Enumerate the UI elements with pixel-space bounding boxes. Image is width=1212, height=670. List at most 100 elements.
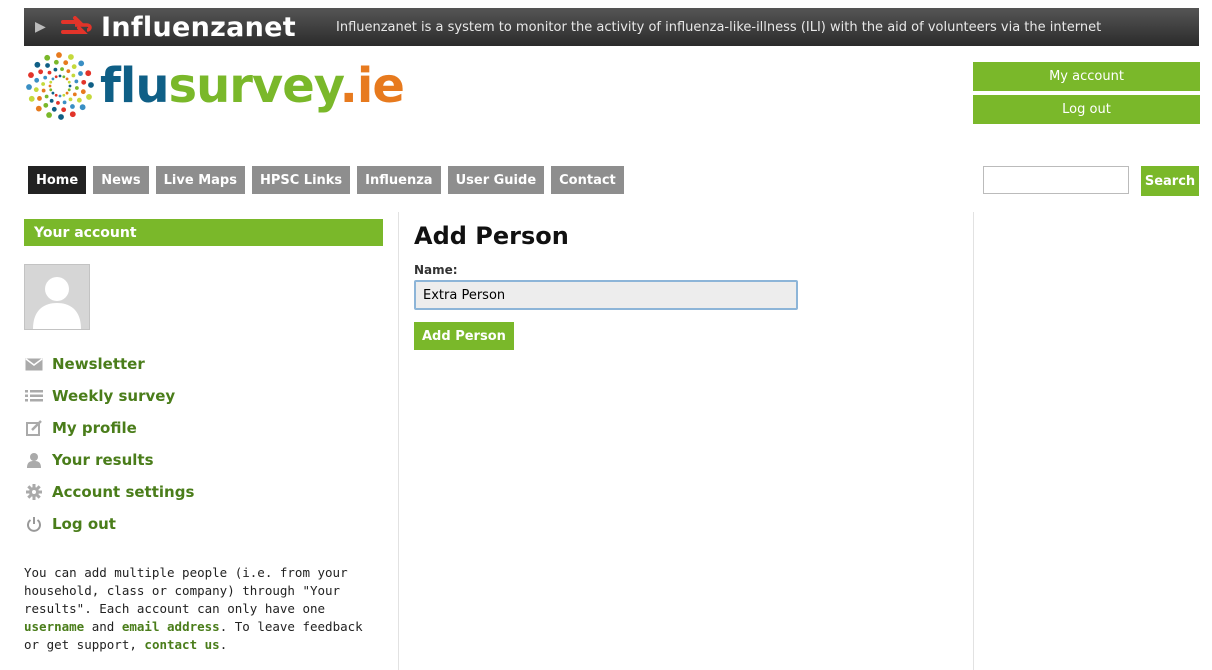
logo-dot [62,75,66,79]
logo-dot [49,98,54,103]
menu-account-settings[interactable]: Account settings [24,476,383,508]
add-person-button[interactable]: Add Person [414,322,514,350]
menu-log-out[interactable]: Log out [24,508,383,540]
name-field[interactable] [414,280,798,310]
logo-dot [37,96,42,101]
logo-dot [56,100,60,105]
logo-dot [67,80,71,84]
logo-dot [34,61,41,68]
logo-dot [38,69,44,75]
logo-dot [58,94,62,98]
logo-dot [54,75,58,79]
logo-dot [53,67,58,72]
search-input[interactable] [983,166,1129,194]
nav-news[interactable]: News [93,166,149,194]
logo-dot [51,91,55,95]
nav-hpsc-links[interactable]: HPSC Links [251,166,351,194]
avatar [24,264,90,330]
name-label: Name: [414,263,458,277]
logo-dot [47,70,52,75]
logo-dot [49,80,53,84]
search-button[interactable]: Search [1141,166,1199,196]
logo-dot [72,92,77,97]
menu-account-settings-label: Account settings [52,483,195,501]
username-link[interactable]: username [24,619,84,634]
logo-dot [63,60,69,66]
menu-your-results[interactable]: Your results [24,444,383,476]
nav-influenza[interactable]: Influenza [357,166,441,194]
flusurvey-logo[interactable]: flusurvey.ie [26,52,405,120]
menu-your-results-label: Your results [52,451,154,469]
edit-icon [24,420,44,436]
logo-dot [78,60,85,67]
logo-dot [43,75,48,80]
email-address-link[interactable]: email address [122,619,220,634]
logo-dot [78,71,83,76]
logo-dot [51,106,57,112]
main-nav: Home News Live Maps HPSC Links Influenza… [28,166,624,194]
triangle-right-icon[interactable]: ▶ [35,19,49,35]
logo-dot [46,112,52,118]
logo-dot [44,54,51,61]
menu-weekly-survey[interactable]: Weekly survey [24,380,383,412]
logo-dot [54,93,58,97]
menu-newsletter-label: Newsletter [52,355,145,373]
main-content: Add Person Name: Add Person [414,222,798,350]
influenzanet-tagline: Influenzanet is a system to monitor the … [336,19,1102,35]
log-out-button[interactable]: Log out [973,95,1200,124]
logo-dot [48,84,52,88]
my-account-button[interactable]: My account [973,62,1200,91]
logo-dot [86,94,92,100]
logo-dot [33,87,39,93]
nav-contact[interactable]: Contact [551,166,624,194]
logo-dot [26,84,32,90]
logo-dot [49,88,53,92]
menu-my-profile[interactable]: My profile [24,412,383,444]
logo-dot [70,104,75,109]
gear-icon [24,484,44,500]
logo-dot [68,97,73,102]
logo-dot [74,79,79,84]
influenzanet-title[interactable]: Influenzanet [101,12,296,43]
flusurvey-burst-icon [26,52,94,120]
menu-weekly-survey-label: Weekly survey [52,387,176,405]
nav-user-guide[interactable]: User Guide [447,166,545,194]
logo-dot [62,100,67,105]
menu-newsletter[interactable]: Newsletter [24,348,383,380]
logo-dot [74,86,79,90]
nav-live-maps[interactable]: Live Maps [155,166,245,194]
logo-dot [81,79,87,85]
logo-dot [28,95,35,102]
page-title: Add Person [414,222,569,250]
logo-dot [35,105,42,112]
logo-dot [58,114,64,120]
user-icon [24,452,44,468]
list-icon [24,388,44,404]
logo-dot [61,107,67,113]
logo-dot [76,97,82,103]
column-divider-right [973,212,974,670]
logo-text: flusurvey.ie [100,58,405,114]
logo-dot [65,91,69,95]
logo-dot [60,67,64,72]
nav-home[interactable]: Home [28,166,87,194]
logo-dot [43,102,49,108]
contact-us-link[interactable]: contact us [144,637,219,652]
logo-dot [34,77,40,83]
influenzanet-logo-icon [61,16,92,34]
logo-dot [69,111,76,118]
logo-dot [58,74,62,78]
logo-dot [62,93,66,97]
logo-dot [66,69,71,74]
user-silhouette-icon [33,277,81,329]
logo-dot [68,54,74,60]
envelope-icon [24,356,44,372]
sidebar: Your account Newsletter Weekly survey My… [24,219,383,654]
logo-dot [71,64,77,70]
account-menu: Newsletter Weekly survey My profile Your… [24,348,383,540]
logo-dot [51,77,55,81]
logo-dot [88,82,94,88]
menu-my-profile-label: My profile [52,419,137,437]
logo-dot [56,52,62,58]
power-icon [24,516,44,532]
